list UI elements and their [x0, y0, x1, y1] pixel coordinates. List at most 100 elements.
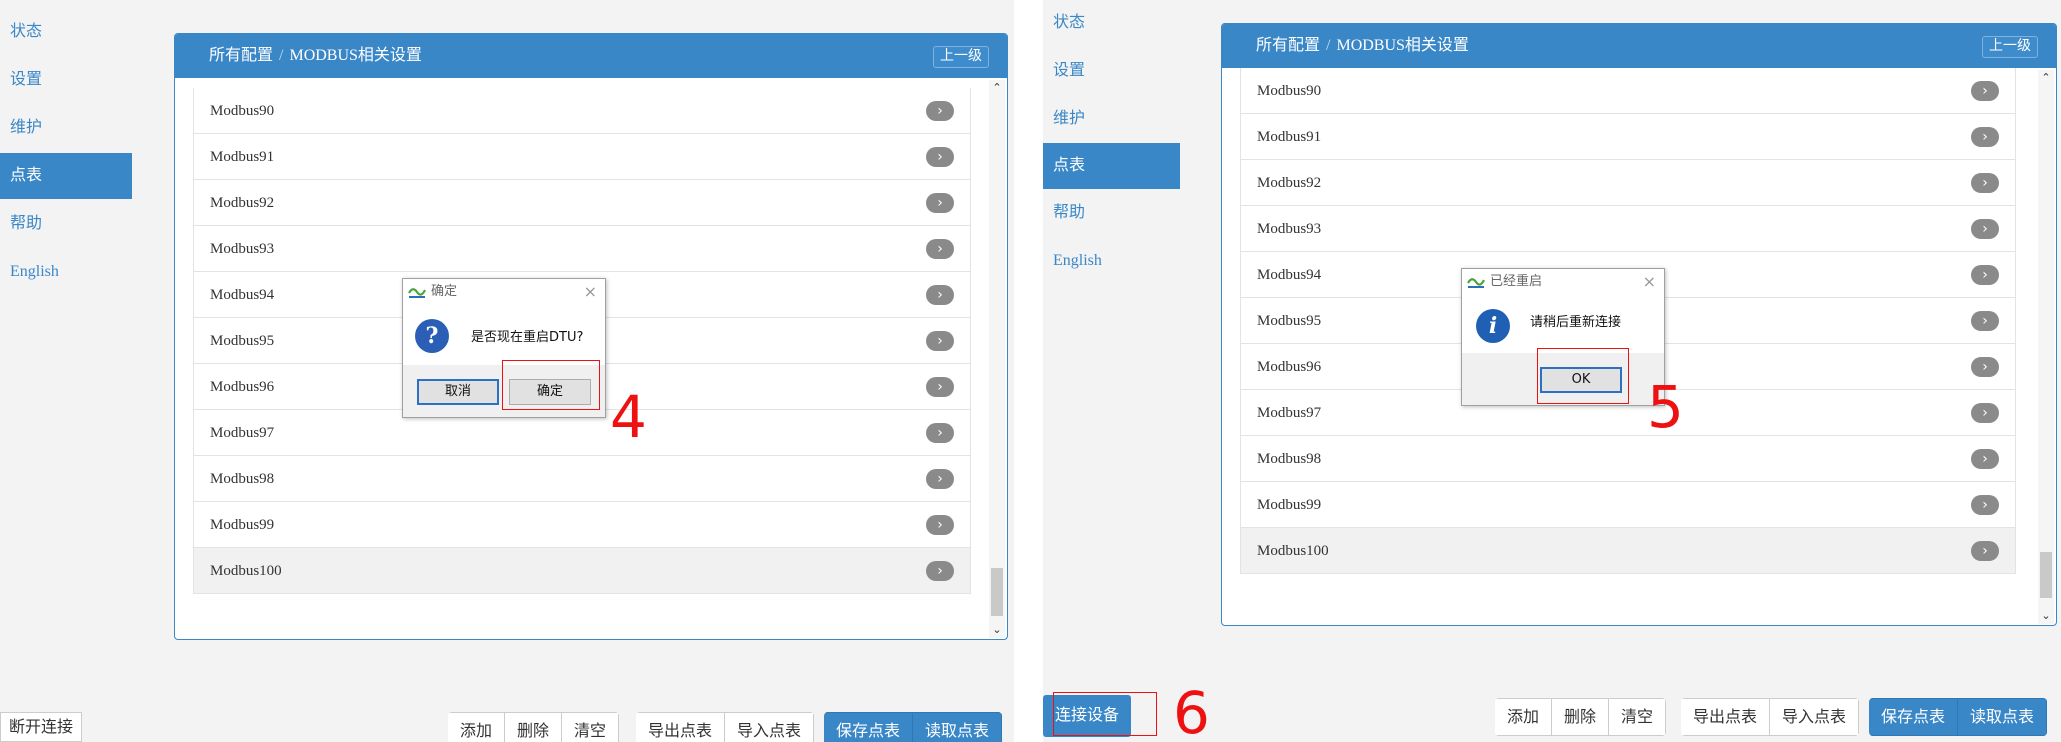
annotation-box-confirm: [502, 360, 600, 410]
step-number-4: 4: [610, 383, 647, 451]
chevron-right-icon[interactable]: ›: [926, 515, 954, 535]
nav-item-help[interactable]: 帮助: [0, 201, 132, 247]
list-item[interactable]: Modbus90 ›: [193, 88, 971, 134]
list-item-label: Modbus100: [1257, 543, 1329, 559]
chevron-right-icon[interactable]: ›: [1971, 81, 1999, 101]
chevron-right-icon[interactable]: ›: [1971, 173, 1999, 193]
chevron-right-icon[interactable]: ›: [1971, 357, 1999, 377]
chevron-right-icon[interactable]: ›: [1971, 449, 1999, 469]
list-item-label: Modbus92: [1257, 175, 1322, 191]
close-icon[interactable]: ×: [584, 279, 597, 305]
add-button[interactable]: 添加: [1495, 698, 1553, 736]
scroll-down-icon[interactable]: ⌄: [2038, 608, 2054, 624]
list-scrollbar[interactable]: ⌃ ⌄: [2038, 70, 2054, 624]
chevron-right-icon[interactable]: ›: [926, 285, 954, 305]
screenshot-divider: [1014, 0, 1043, 742]
nav-item-status[interactable]: 状态: [0, 9, 132, 55]
chevron-right-icon[interactable]: ›: [926, 147, 954, 167]
info-icon: i: [1476, 309, 1510, 343]
save-points-button[interactable]: 保存点表: [824, 712, 914, 742]
save-points-button[interactable]: 保存点表: [1869, 698, 1959, 736]
list-item[interactable]: Modbus91 ›: [193, 134, 971, 180]
chevron-right-icon[interactable]: ›: [926, 239, 954, 259]
list-item-label: Modbus98: [210, 471, 275, 487]
chevron-right-icon[interactable]: ›: [1971, 495, 1999, 515]
nav-item-help[interactable]: 帮助: [1043, 190, 1180, 236]
list-item[interactable]: Modbus90 ›: [1240, 68, 2016, 114]
breadcrumb-all-config[interactable]: 所有配置: [1256, 37, 1320, 54]
panel-header: 所有配置 / MODBUS相关设置 上一级: [1222, 24, 2056, 68]
list-item[interactable]: Modbus100 ›: [193, 548, 971, 594]
toolbar-edit-group: 添加 删除 清空: [1495, 698, 1667, 736]
chevron-right-icon[interactable]: ›: [1971, 265, 1999, 285]
list-item[interactable]: Modbus100 ›: [1240, 528, 2016, 574]
list-item[interactable]: Modbus99 ›: [1240, 482, 2016, 528]
list-item-label: Modbus97: [210, 425, 275, 441]
chevron-right-icon[interactable]: ›: [1971, 541, 1999, 561]
scroll-thumb[interactable]: [2040, 552, 2052, 598]
list-item-label: Modbus90: [1257, 83, 1322, 99]
up-level-button[interactable]: 上一级: [933, 46, 989, 68]
scroll-up-icon[interactable]: ⌃: [989, 80, 1005, 96]
list-item[interactable]: Modbus99 ›: [193, 502, 971, 548]
chevron-right-icon[interactable]: ›: [1971, 219, 1999, 239]
clear-button[interactable]: 清空: [1608, 698, 1667, 736]
list-item-label: Modbus93: [210, 241, 275, 257]
scroll-up-icon[interactable]: ⌃: [2038, 70, 2054, 86]
list-item[interactable]: Modbus93 ›: [193, 226, 971, 272]
list-item[interactable]: Modbus91 ›: [1240, 114, 2016, 160]
toolbar-io-group: 导出点表 导入点表: [1681, 698, 1860, 736]
add-button[interactable]: 添加: [448, 712, 506, 742]
nav-item-english[interactable]: English: [0, 249, 132, 295]
chevron-right-icon[interactable]: ›: [1971, 311, 1999, 331]
nav-item-maintenance[interactable]: 维护: [1043, 96, 1180, 142]
list-item-label: Modbus100: [210, 563, 282, 579]
delete-button[interactable]: 删除: [504, 712, 563, 742]
list-item-label: Modbus95: [210, 333, 275, 349]
export-points-button[interactable]: 导出点表: [636, 712, 726, 742]
chevron-right-icon[interactable]: ›: [926, 377, 954, 397]
up-level-button[interactable]: 上一级: [1982, 36, 2038, 58]
chevron-right-icon[interactable]: ›: [926, 469, 954, 489]
list-scrollbar[interactable]: ⌃ ⌄: [989, 80, 1005, 638]
nav-item-english[interactable]: English: [1043, 238, 1180, 284]
nav-item-settings[interactable]: 设置: [1043, 48, 1180, 94]
sidebar: 状态 设置 维护 点表 帮助 English: [0, 0, 150, 742]
list-item[interactable]: Modbus92 ›: [1240, 160, 2016, 206]
list-item[interactable]: Modbus98 ›: [193, 456, 971, 502]
import-points-button[interactable]: 导入点表: [724, 712, 815, 742]
breadcrumb-modbus: MODBUS相关设置: [289, 47, 422, 64]
chevron-right-icon[interactable]: ›: [926, 423, 954, 443]
nav-item-point-table[interactable]: 点表: [0, 153, 132, 199]
list-item-label: Modbus99: [210, 517, 275, 533]
scroll-thumb[interactable]: [991, 568, 1003, 616]
chevron-right-icon[interactable]: ›: [1971, 403, 1999, 423]
chevron-right-icon[interactable]: ›: [926, 193, 954, 213]
breadcrumb-all-config[interactable]: 所有配置: [209, 47, 273, 64]
dialog-title: 确定: [431, 284, 458, 299]
disconnect-button[interactable]: 断开连接: [0, 712, 83, 742]
list-item-label: Modbus91: [210, 149, 275, 165]
nav-item-maintenance[interactable]: 维护: [0, 105, 132, 151]
nav-item-point-table[interactable]: 点表: [1043, 143, 1180, 189]
list-item[interactable]: Modbus93 ›: [1240, 206, 2016, 252]
list-item[interactable]: Modbus92 ›: [193, 180, 971, 226]
chevron-right-icon[interactable]: ›: [1971, 127, 1999, 147]
clear-button[interactable]: 清空: [561, 712, 620, 742]
read-points-button[interactable]: 读取点表: [1957, 698, 2048, 736]
nav-item-status[interactable]: 状态: [1043, 0, 1180, 46]
nav-item-settings[interactable]: 设置: [0, 57, 132, 103]
read-points-button[interactable]: 读取点表: [912, 712, 1003, 742]
toolbar-edit-group: 添加 删除 清空: [448, 712, 620, 742]
close-icon[interactable]: ×: [1643, 269, 1656, 295]
chevron-right-icon[interactable]: ›: [926, 331, 954, 351]
import-points-button[interactable]: 导入点表: [1769, 698, 1860, 736]
dialog-message: 请稍后重新连接: [1530, 315, 1622, 330]
chevron-right-icon[interactable]: ›: [926, 561, 954, 581]
delete-button[interactable]: 删除: [1551, 698, 1610, 736]
scroll-down-icon[interactable]: ⌄: [989, 622, 1005, 638]
list-item[interactable]: Modbus98 ›: [1240, 436, 2016, 482]
export-points-button[interactable]: 导出点表: [1681, 698, 1771, 736]
chevron-right-icon[interactable]: ›: [926, 101, 954, 121]
cancel-button[interactable]: 取消: [417, 379, 499, 405]
